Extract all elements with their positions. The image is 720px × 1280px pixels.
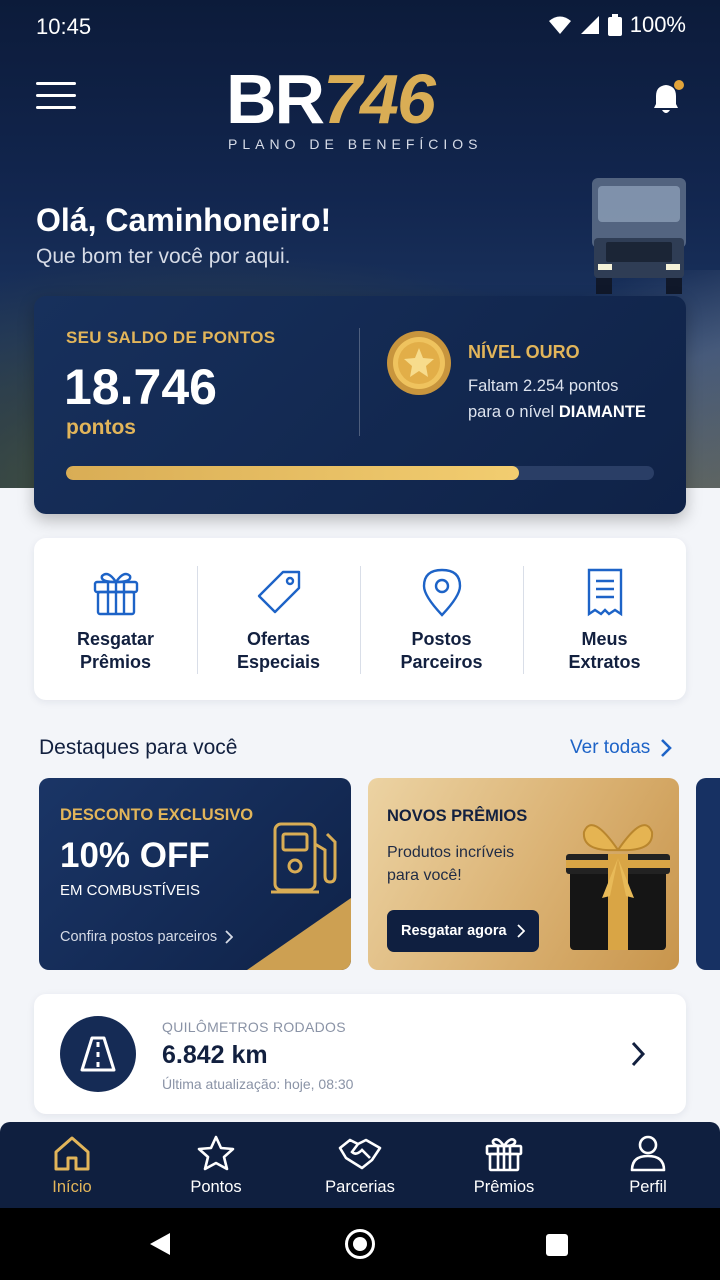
points-balance-card[interactable]: SEU SALDO DE PONTOS 18.746 pontos NÍVEL … [34, 296, 686, 514]
home-icon [54, 1136, 90, 1171]
map-pin-icon [422, 568, 461, 617]
status-bar: 10:45 100% [0, 0, 720, 56]
shortcut-redeem-prizes[interactable]: Resgatar Prêmios [34, 538, 197, 700]
wifi-icon [548, 16, 571, 34]
recent-apps-icon[interactable] [546, 1234, 568, 1256]
home-button-icon[interactable] [345, 1229, 375, 1259]
tag-icon [257, 570, 300, 614]
shortcuts-panel: Resgatar Prêmios Ofertas Especiais Postos P… [34, 538, 686, 700]
status-icons: 100% [548, 12, 686, 38]
chevron-right-icon [631, 1041, 646, 1067]
star-icon [197, 1135, 235, 1171]
receipt-icon [587, 568, 622, 617]
chevron-right-icon [661, 739, 673, 757]
logo-wordmark: BR746 [226, 60, 436, 138]
redeem-now-button[interactable]: Resgatar agora [387, 910, 539, 952]
app-logo: BR746 PLANO DE BENEFÍCIOS [226, 64, 496, 154]
notification-badge [674, 80, 684, 90]
points-label: SEU SALDO DE PONTOS [66, 328, 276, 347]
level-progress-bar [66, 466, 654, 480]
next-level-name: DIAMANTE [558, 403, 646, 421]
nav-partnerships[interactable]: Parcerias [288, 1122, 432, 1208]
level-name: NÍVEL OURO [468, 342, 580, 362]
nav-points[interactable]: Pontos [144, 1122, 288, 1208]
highlights-title: Destaques para você [39, 736, 238, 759]
chevron-right-icon [516, 924, 525, 938]
promo-tag: DESCONTO EXCLUSIVO [60, 806, 254, 824]
points-value: 18.746 [64, 359, 217, 415]
gift-icon [93, 572, 138, 616]
shortcut-special-offers[interactable]: Ofertas Especiais [197, 538, 360, 700]
km-label: QUILÔMETROS RODADOS [162, 1019, 346, 1035]
level-remaining: Faltam 2.254 pontos para o nível DIAMANT… [468, 377, 646, 421]
kilometers-card[interactable]: QUILÔMETROS RODADOS 6.842 km Última atua… [34, 994, 686, 1114]
promo-link[interactable]: Confira postos parceiros [60, 929, 234, 945]
promo-card-next[interactable] [696, 778, 720, 970]
nav-profile[interactable]: Perfil [576, 1122, 720, 1208]
menu-button[interactable] [36, 82, 76, 114]
back-icon[interactable] [148, 1232, 172, 1256]
greeting-title: Olá, Caminhoneiro! [36, 202, 332, 238]
divider [359, 328, 360, 436]
nav-prizes[interactable]: Prêmios [432, 1122, 576, 1208]
nav-home[interactable]: Início [0, 1122, 144, 1208]
promo-headline: 10% OFF [60, 836, 210, 875]
gift-box-image [566, 824, 670, 950]
see-all-link[interactable]: Ver todas [570, 737, 673, 759]
km-last-update: Última atualização: hoje, 08:30 [162, 1076, 354, 1092]
handshake-icon [338, 1138, 382, 1170]
promo-subtitle: EM COMBUSTÍVEIS [60, 882, 201, 899]
chevron-right-icon [225, 930, 234, 944]
promo-subtitle: Produtos incríveis para você! [387, 844, 515, 884]
shortcut-partner-stations[interactable]: Postos Parceiros [360, 538, 523, 700]
shortcut-statements[interactable]: Meus Extratos [523, 538, 686, 700]
battery-level: 100% [629, 12, 686, 37]
truck-image [592, 178, 686, 294]
fuel-pump-icon [271, 822, 337, 894]
points-unit: pontos [66, 416, 136, 439]
notification-bell-icon[interactable] [646, 78, 688, 120]
bottom-navigation: Início Pontos Parcerias Prêmios Perfil [0, 1122, 720, 1208]
gold-medal-icon [387, 331, 451, 395]
greeting-subtitle: Que bom ter você por aqui. [36, 245, 291, 268]
level-progress-fill [66, 466, 519, 480]
signal-icon [580, 16, 599, 34]
promo-gold-corner [247, 898, 351, 970]
battery-icon [607, 14, 622, 36]
gift-icon [485, 1138, 523, 1172]
km-value: 6.842 km [162, 1041, 268, 1069]
promo-card-fuel-discount[interactable]: DESCONTO EXCLUSIVO 10% OFF EM COMBUSTÍVE… [39, 778, 351, 970]
hamburger-icon [36, 82, 76, 85]
promo-card-new-prizes[interactable]: NOVOS PRÊMIOS Produtos incríveis para vo… [368, 778, 679, 970]
promo-tag: NOVOS PRÊMIOS [387, 807, 528, 825]
road-icon [60, 1016, 136, 1092]
user-icon [630, 1135, 666, 1172]
system-navigation-bar [0, 1208, 720, 1280]
logo-subtitle: PLANO DE BENEFÍCIOS [228, 136, 483, 152]
status-time: 10:45 [36, 14, 92, 39]
